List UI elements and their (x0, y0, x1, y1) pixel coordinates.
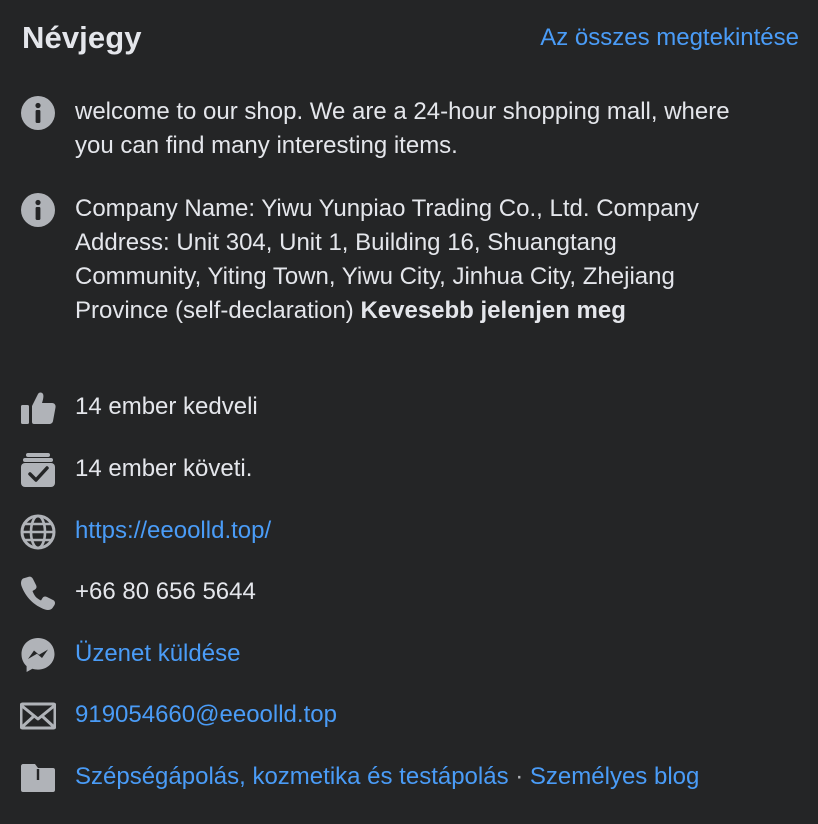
about-card: Névjegy Az összes megtekintése welcome t… (0, 0, 818, 824)
envelope-icon (20, 698, 56, 734)
info-icon (20, 192, 56, 228)
website-row: https://eeoolld.top/ (20, 514, 788, 550)
followers-text: 14 ember követi. (75, 455, 253, 482)
category-separator: · (508, 763, 530, 790)
intro-text: welcome to our shop. We are a 24-hour sh… (75, 98, 730, 159)
message-row: Üzenet küldése (20, 637, 788, 673)
about-header: Névjegy Az összes megtekintése (22, 16, 799, 60)
followers-row: 14 ember követi. (20, 452, 788, 488)
phone-text[interactable]: +66 80 656 5644 (75, 575, 256, 609)
likes-text: 14 ember kedveli (75, 393, 258, 420)
category-row: Szépségápolás, kozmetika és testápolás ·… (20, 760, 788, 796)
likes-row: 14 ember kedveli (20, 390, 788, 426)
globe-icon (20, 514, 56, 550)
folder-icon (20, 760, 56, 796)
intro-row: welcome to our shop. We are a 24-hour sh… (20, 95, 788, 163)
about-title: Névjegy (22, 20, 142, 55)
company-details-text: Company Name: Yiwu Yunpiao Trading Co., … (75, 192, 745, 328)
show-less-link[interactable]: Kevesebb jelenjen meg (360, 297, 625, 324)
email-link[interactable]: 919054660@eeoolld.top (75, 698, 337, 732)
category-beauty-link[interactable]: Szépségápolás, kozmetika és testápolás (75, 763, 509, 790)
website-link[interactable]: https://eeoolld.top/ (75, 514, 271, 548)
phone-row: +66 80 656 5644 (20, 575, 788, 611)
email-row: 919054660@eeoolld.top (20, 698, 788, 734)
company-details-row: Company Name: Yiwu Yunpiao Trading Co., … (20, 192, 788, 328)
category-blog-link[interactable]: Személyes blog (530, 763, 699, 790)
category-text: Szépségápolás, kozmetika és testápolás ·… (75, 760, 699, 794)
see-all-link[interactable]: Az összes megtekintése (540, 24, 799, 52)
messenger-icon (20, 637, 56, 673)
follow-check-icon (20, 452, 56, 488)
phone-icon (20, 575, 56, 611)
thumbs-up-icon (20, 390, 56, 426)
send-message-link[interactable]: Üzenet küldése (75, 637, 240, 671)
info-icon (20, 95, 56, 131)
